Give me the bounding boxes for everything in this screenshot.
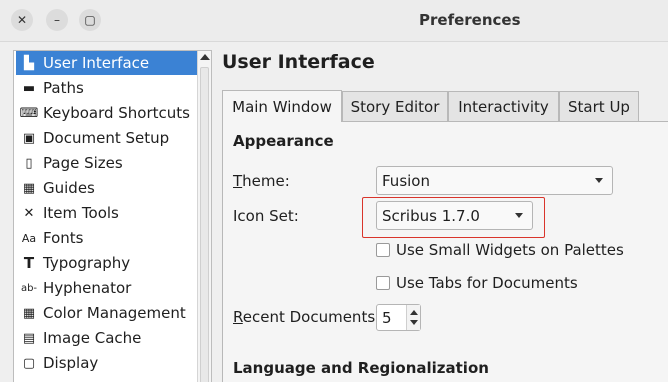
minimize-window-button[interactable]: – xyxy=(46,9,68,31)
display-icon: ▢ xyxy=(22,355,36,371)
sidebar-item-label: Display xyxy=(43,354,99,372)
sidebar-item-label: User Interface xyxy=(43,54,150,72)
sidebar-item-item-tools[interactable]: ✕ Item Tools xyxy=(16,201,197,225)
spin-down-icon[interactable] xyxy=(410,320,418,325)
minimize-icon: – xyxy=(54,13,60,27)
sidebar-item-hyphenator[interactable]: ab- Hyphenator xyxy=(16,276,197,300)
checkbox-box[interactable] xyxy=(376,243,390,257)
tabs-for-documents-label: Use Tabs for Documents xyxy=(396,274,578,292)
sidebar-item-label: Hyphenator xyxy=(43,279,132,297)
tab-label: Interactivity xyxy=(458,97,549,116)
scroll-up-arrow-icon[interactable] xyxy=(200,54,210,60)
sidebar-item-display[interactable]: ▢ Display xyxy=(16,351,197,375)
sidebar-item-color-management[interactable]: ▦ Color Management xyxy=(16,301,197,325)
recent-docs-label-rest: ecent Documents: xyxy=(242,308,381,326)
theme-label: Theme: xyxy=(233,172,290,190)
sidebar-item-image-cache[interactable]: ▤ Image Cache xyxy=(16,326,197,350)
sidebar-item-label: Keyboard Shortcuts xyxy=(43,104,190,122)
appearance-heading: Appearance xyxy=(233,132,334,150)
fonts-icon: Aa xyxy=(21,231,37,245)
scroll-thumb[interactable] xyxy=(200,67,209,382)
tab-interactivity[interactable]: Interactivity xyxy=(448,91,559,121)
close-icon: ✕ xyxy=(16,13,28,27)
sidebar-item-label: Paths xyxy=(43,79,84,97)
spin-up-icon[interactable] xyxy=(410,310,418,315)
typography-icon: T xyxy=(23,254,35,272)
sidebar-item-label: Item Tools xyxy=(43,204,119,222)
window-title: Preferences xyxy=(419,11,521,29)
color-management-icon: ▦ xyxy=(22,305,36,321)
maximize-icon: ▢ xyxy=(84,13,96,27)
guides-icon: ▦ xyxy=(22,180,36,196)
theme-value: Fusion xyxy=(382,171,430,190)
sidebar-item-paths[interactable]: ▬ Paths xyxy=(16,76,197,100)
sidebar-item-label: Image Cache xyxy=(43,329,142,347)
page-title: User Interface xyxy=(222,51,375,73)
sidebar-item-label: Fonts xyxy=(43,229,84,247)
title-bar: ✕ – ▢ Preferences xyxy=(0,0,668,42)
tab-main-window[interactable]: Main Window xyxy=(222,90,342,122)
keyboard-icon: ⌨ xyxy=(19,105,39,121)
language-heading: Language and Regionalization xyxy=(233,359,489,377)
hyphenator-icon: ab- xyxy=(20,282,38,294)
highlight-box xyxy=(362,197,545,238)
sidebar-item-label: Color Management xyxy=(43,304,186,322)
sidebar-item-user-interface[interactable]: ▙ User Interface xyxy=(16,51,197,75)
checkbox-box[interactable] xyxy=(376,276,390,290)
sidebar-item-keyboard-shortcuts[interactable]: ⌨ Keyboard Shortcuts xyxy=(16,101,197,125)
theme-select[interactable]: Fusion xyxy=(376,166,613,195)
sidebar-item-label: Page Sizes xyxy=(43,154,123,172)
recent-docs-accel: R xyxy=(233,308,243,326)
page-icon: ▯ xyxy=(25,155,33,171)
document-setup-icon: ▣ xyxy=(22,130,36,146)
chevron-down-icon xyxy=(595,178,603,183)
tab-label: Story Editor xyxy=(350,97,440,116)
theme-label-accel: T xyxy=(233,172,243,190)
sidebar-scrollbar[interactable] xyxy=(197,51,211,382)
tabs-for-documents-checkbox[interactable]: Use Tabs for Documents xyxy=(376,274,578,292)
tools-icon: ✕ xyxy=(23,205,35,221)
recent-documents-spinbox[interactable]: 5 xyxy=(376,304,421,331)
image-cache-icon: ▤ xyxy=(22,330,36,346)
spin-buttons xyxy=(406,305,420,330)
small-widgets-checkbox[interactable]: Use Small Widgets on Palettes xyxy=(376,241,624,259)
sidebar-item-label: Typography xyxy=(43,254,131,272)
maximize-window-button[interactable]: ▢ xyxy=(79,9,101,31)
recent-documents-label: Recent Documents: xyxy=(233,308,380,326)
sidebar-item-label: Document Setup xyxy=(43,129,170,147)
sidebar-item-guides[interactable]: ▦ Guides xyxy=(16,176,197,200)
close-window-button[interactable]: ✕ xyxy=(11,9,33,31)
ui-icon: ▙ xyxy=(24,55,34,71)
sidebar-item-document-setup[interactable]: ▣ Document Setup xyxy=(16,126,197,150)
sidebar-item-label: Guides xyxy=(43,179,95,197)
theme-label-rest: heme: xyxy=(242,172,290,190)
tab-label: Main Window xyxy=(232,97,332,116)
tab-story-editor[interactable]: Story Editor xyxy=(342,91,448,121)
sidebar-item-page-sizes[interactable]: ▯ Page Sizes xyxy=(16,151,197,175)
icon-set-label: Icon Set: xyxy=(233,207,299,225)
tab-start-up[interactable]: Start Up xyxy=(559,91,639,121)
preferences-sidebar: ▙ User Interface ▬ Paths ⌨ Keyboard Shor… xyxy=(13,50,212,382)
small-widgets-label: Use Small Widgets on Palettes xyxy=(396,241,624,259)
sidebar-item-typography[interactable]: T Typography xyxy=(16,251,197,275)
tab-label: Start Up xyxy=(568,97,630,116)
recent-documents-value[interactable]: 5 xyxy=(382,309,392,327)
sidebar-item-fonts[interactable]: Aa Fonts xyxy=(16,226,197,250)
folder-icon: ▬ xyxy=(22,80,36,96)
